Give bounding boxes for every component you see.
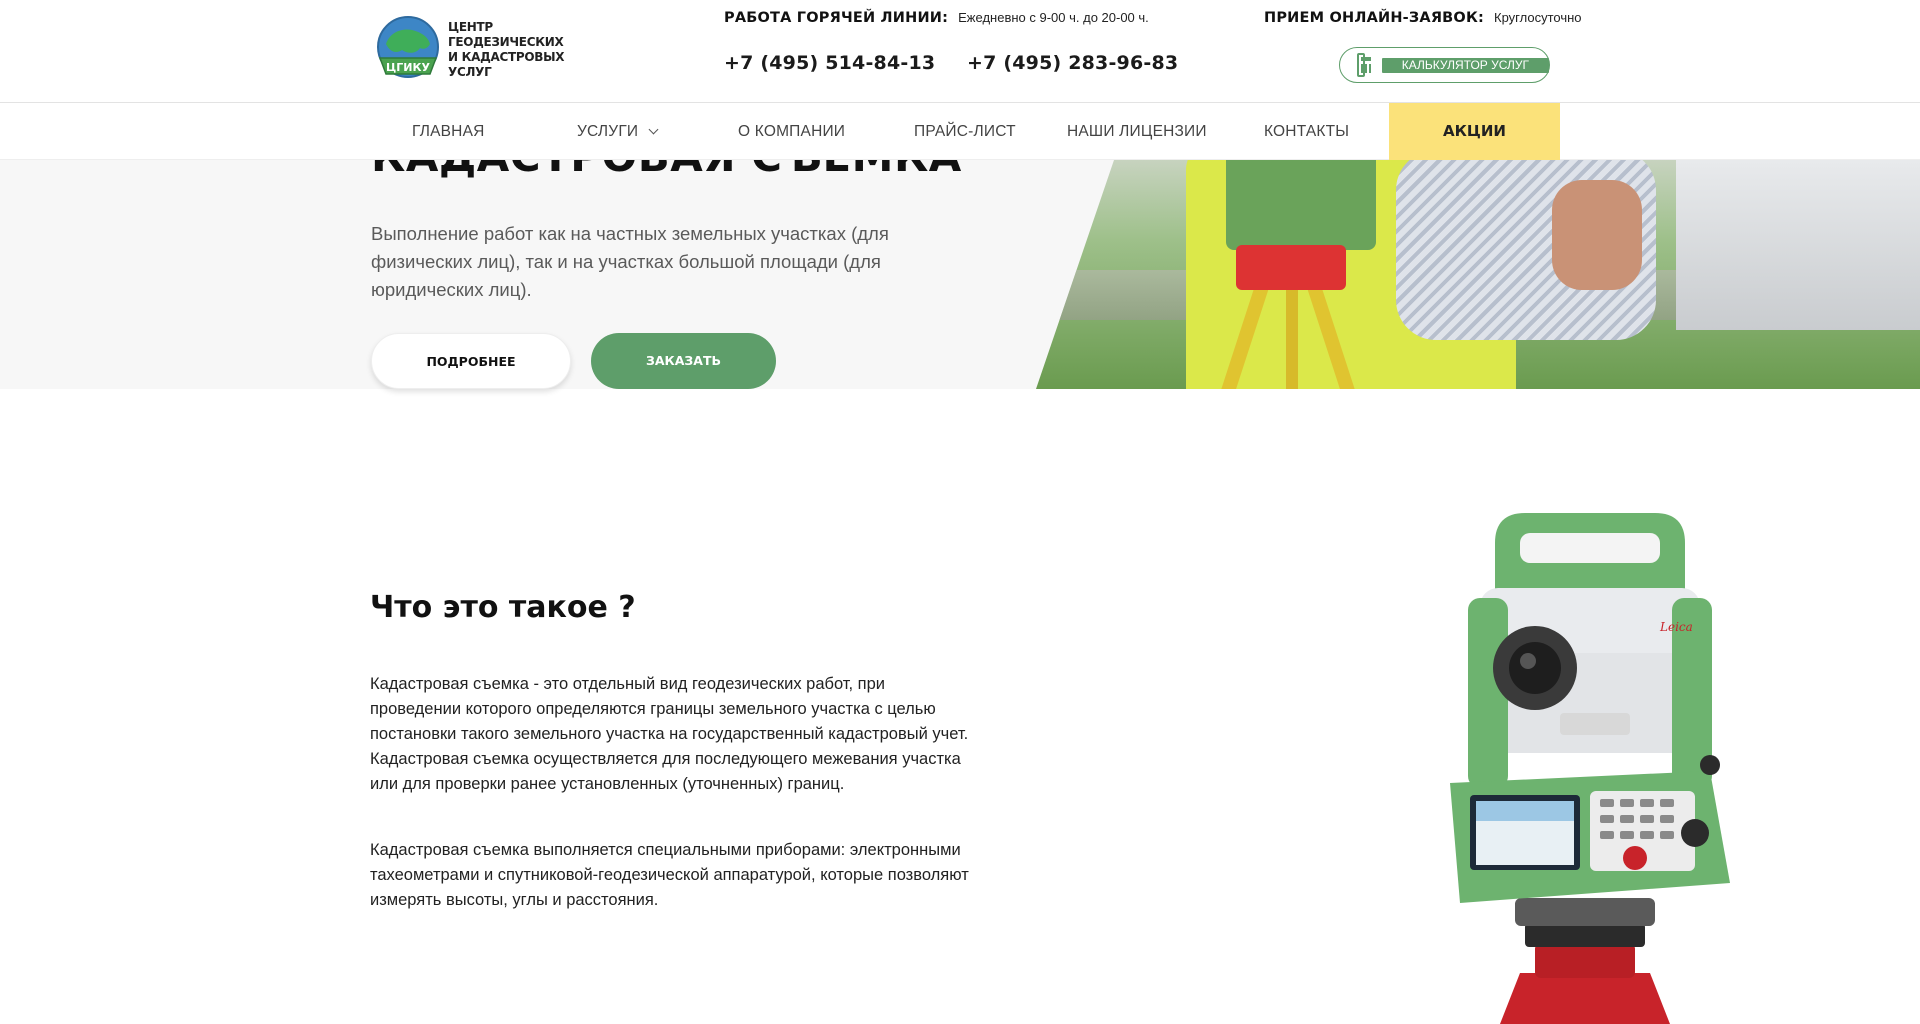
phone-link-1[interactable]: +7 (495) 514-84-13	[724, 52, 935, 74]
online-requests-info: ПРИЕМ ОНЛАЙН-ЗАЯВОК: Круглосуточно	[1264, 10, 1582, 26]
logo-text: ЦЕНТР ГЕОДЕЗИЧЕСКИХ И КАДАСТРОВЫХ УСЛУГ	[448, 20, 602, 80]
calculator-icon	[1357, 53, 1371, 77]
info-paragraph-1: Кадастровая съемка - это отдельный вид г…	[370, 675, 969, 793]
nav-item-services-label: УСЛУГИ	[577, 123, 639, 140]
more-button[interactable]: ПОДРОБНЕЕ	[371, 333, 571, 389]
nav-item-pricelist[interactable]: ПРАЙС-ЛИСТ	[914, 103, 1016, 160]
info-heading: Что это такое ?	[370, 590, 636, 625]
logo-line-2: И КАДАСТРОВЫХ УСЛУГ	[448, 50, 565, 79]
nav-item-licenses[interactable]: НАШИ ЛИЦЕНЗИИ	[1067, 103, 1207, 160]
info-paragraph-2: Кадастровая съемка выполняется специальн…	[370, 841, 969, 909]
online-hours: Круглосуточно	[1494, 10, 1582, 25]
hero-surveyor-image	[1036, 160, 1920, 389]
nav-item-home[interactable]: ГЛАВНАЯ	[412, 103, 485, 160]
calculator-button-label: КАЛЬКУЛЯТОР УСЛУГ	[1381, 57, 1549, 73]
hero-section	[0, 160, 1920, 389]
main-navigation: ГЛАВНАЯ УСЛУГИ О КОМПАНИИ ПРАЙС-ЛИСТ НАШ…	[0, 103, 1920, 160]
online-label: ПРИЕМ ОНЛАЙН-ЗАЯВОК:	[1264, 10, 1485, 26]
hotline-hours: Ежедневно с 9-00 ч. до 20-00 ч.	[958, 10, 1149, 25]
chevron-down-icon	[648, 124, 659, 135]
nav-item-contacts[interactable]: КОНТАКТЫ	[1264, 103, 1349, 160]
hero-description: Выполнение работ как на частных земельны…	[371, 223, 889, 300]
calculator-button[interactable]: КАЛЬКУЛЯТОР УСЛУГ	[1339, 47, 1550, 83]
nav-item-about[interactable]: О КОМПАНИИ	[738, 103, 845, 160]
hotline-info: РАБОТА ГОРЯЧЕЙ ЛИНИИ: Ежедневно с 9-00 ч…	[724, 10, 1149, 26]
hotline-label: РАБОТА ГОРЯЧЕЙ ЛИНИИ:	[724, 10, 949, 26]
top-header: ЦГИКУ ЦЕНТР ГЕОДЕЗИЧЕСКИХ И КАДАСТРОВЫХ …	[0, 0, 1920, 103]
logo[interactable]: ЦГИКУ ЦЕНТР ГЕОДЕЗИЧЕСКИХ И КАДАСТРОВЫХ …	[372, 14, 602, 86]
nav-item-services[interactable]: УСЛУГИ	[577, 103, 659, 160]
total-station-image: Leica	[1410, 503, 1760, 1024]
logo-globe-icon: ЦГИКУ	[372, 14, 444, 86]
nav-item-promotions[interactable]: АКЦИИ	[1389, 103, 1560, 160]
page: ЦГИКУ ЦЕНТР ГЕОДЕЗИЧЕСКИХ И КАДАСТРОВЫХ …	[0, 0, 1920, 1024]
order-button[interactable]: ЗАКАЗАТЬ	[591, 333, 776, 389]
logo-line-1: ЦЕНТР ГЕОДЕЗИЧЕСКИХ	[448, 20, 564, 49]
phone-link-2[interactable]: +7 (495) 283-96-83	[967, 52, 1178, 74]
svg-text:ЦГИКУ: ЦГИКУ	[386, 61, 430, 74]
leica-brand-text: Leica	[1659, 620, 1693, 634]
